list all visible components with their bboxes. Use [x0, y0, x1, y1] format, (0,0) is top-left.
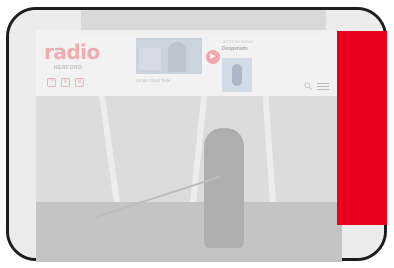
now-playing-label: JETZT IM RADIO: [222, 39, 254, 44]
now-playing-title: Desperado: [222, 46, 248, 52]
mini-icon-2[interactable]: X: [61, 78, 70, 87]
stage-light-beam: [261, 96, 277, 207]
crowd: [36, 202, 342, 262]
stage-light-beam: [97, 96, 121, 206]
show-caption: ca ab Olivat Telte: [136, 78, 171, 83]
show-thumbnail[interactable]: [136, 38, 202, 74]
thumbnail-sign: [139, 48, 161, 70]
singer: [204, 128, 244, 248]
menu-icon[interactable]: [317, 83, 329, 91]
thumbnail-person: [168, 42, 186, 72]
search-icon[interactable]: [304, 82, 312, 90]
mini-icon-3[interactable]: 8: [75, 78, 84, 87]
logo-subtitle: HERFORD: [54, 65, 83, 71]
play-icon[interactable]: ▶: [206, 50, 220, 64]
concert-image: [36, 96, 342, 262]
red-side-panel: [337, 31, 387, 225]
song-cover[interactable]: [222, 58, 252, 92]
header-mini-icons: ? X 8: [47, 78, 84, 87]
logo-text[interactable]: radio: [44, 40, 100, 64]
cover-figure: [232, 64, 242, 86]
mini-icon-1[interactable]: ?: [47, 78, 56, 87]
